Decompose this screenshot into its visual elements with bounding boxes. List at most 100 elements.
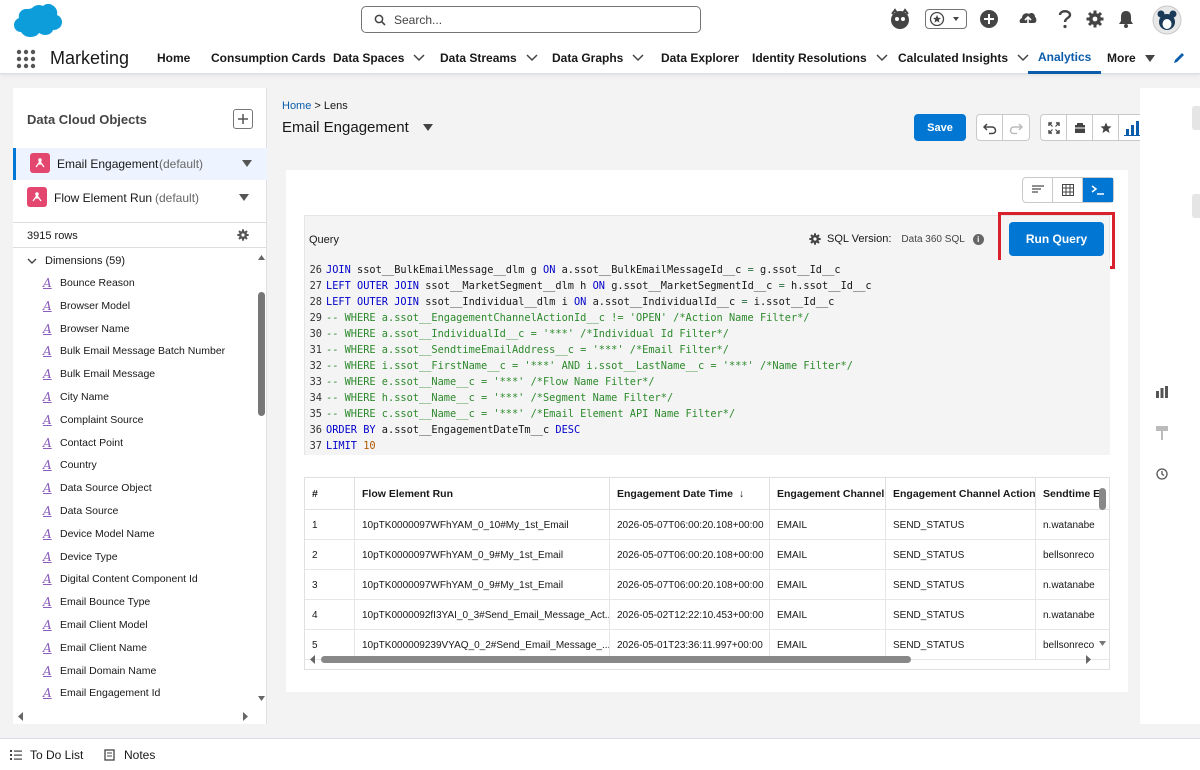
avatar[interactable] bbox=[1152, 5, 1182, 35]
einstein-icon[interactable] bbox=[889, 8, 911, 30]
dimension-field[interactable]: A City Name bbox=[43, 387, 109, 407]
table-row[interactable]: 4 10pTK0000092fI3YAI_0_3#Send_Email_Messa… bbox=[305, 600, 1109, 630]
gear-icon[interactable] bbox=[237, 229, 249, 241]
panel-horizontal-scrollbar[interactable] bbox=[13, 709, 256, 724]
scroll-up-icon[interactable] bbox=[256, 252, 267, 262]
dimension-field[interactable]: A Email Client Name bbox=[43, 638, 147, 658]
dimension-field[interactable]: A Email Client Model bbox=[43, 615, 148, 635]
todo-list-item[interactable]: To Do List bbox=[10, 748, 83, 762]
nav-item-data-streams[interactable]: Data Streams bbox=[440, 42, 538, 74]
add-object-button[interactable] bbox=[233, 109, 253, 129]
dimension-field[interactable]: A Email Domain Name bbox=[43, 661, 156, 681]
dimension-field[interactable]: A Email Bounce Type bbox=[43, 592, 150, 612]
sort-descending-icon[interactable]: ↓ bbox=[739, 488, 744, 500]
app-launcher-icon[interactable] bbox=[16, 49, 36, 69]
scrollbar-thumb[interactable] bbox=[258, 292, 265, 416]
nav-item-more[interactable]: More bbox=[1107, 42, 1155, 74]
dimension-field[interactable]: A Bounce Reason bbox=[43, 273, 135, 293]
notifications-icon[interactable] bbox=[1115, 8, 1137, 30]
scrollbar-thumb[interactable] bbox=[1099, 488, 1106, 510]
table-row[interactable]: 1 10pTK0000097WFhYAM_0_10#My_1st_Email 202… bbox=[305, 510, 1109, 540]
nav-item-consumption-cards[interactable]: Consumption Cards bbox=[211, 42, 326, 74]
dimension-field[interactable]: A Browser Model bbox=[43, 296, 130, 316]
chart-mode-icon[interactable] bbox=[1023, 178, 1053, 202]
sql-version[interactable]: SQL Version: Data 360 SQL i bbox=[809, 233, 984, 245]
scroll-down-icon[interactable] bbox=[1098, 640, 1107, 648]
favorites-icon[interactable] bbox=[925, 9, 967, 29]
dimension-field[interactable]: A Email Engagement Id bbox=[43, 683, 160, 703]
nav-item-data-graphs[interactable]: Data Graphs bbox=[552, 42, 644, 74]
clone-icon[interactable] bbox=[1067, 115, 1093, 140]
format-paint-icon[interactable] bbox=[1156, 426, 1168, 440]
scroll-down-icon[interactable] bbox=[256, 694, 267, 704]
scroll-left-icon[interactable] bbox=[17, 712, 25, 721]
nav-item-identity-resolutions[interactable]: Identity Resolutions bbox=[752, 42, 888, 74]
column-header[interactable]: Engagement Date Time ↓ bbox=[610, 478, 770, 510]
setup-assistant-icon[interactable] bbox=[1017, 8, 1039, 30]
scroll-right-icon[interactable] bbox=[1085, 655, 1092, 664]
dimension-field[interactable]: A Complaint Source bbox=[43, 410, 143, 430]
nav-item-analytics[interactable]: Analytics bbox=[1028, 42, 1102, 74]
save-button[interactable]: Save bbox=[914, 114, 966, 141]
column-header[interactable]: Engagement Channel Action bbox=[886, 478, 1036, 510]
dimensions-header[interactable]: Dimensions (59) bbox=[27, 255, 125, 267]
page-title[interactable]: Email Engagement bbox=[282, 119, 433, 136]
dimension-field[interactable]: A Bulk Email Message bbox=[43, 364, 155, 384]
expand-panel-tab[interactable] bbox=[1192, 106, 1200, 130]
history-icon[interactable] bbox=[1156, 468, 1168, 480]
dimension-field[interactable]: A Device Model Name bbox=[43, 524, 155, 544]
dimension-field[interactable]: A Bulk Email Message Batch Number bbox=[43, 341, 225, 361]
table-horizontal-scrollbar[interactable] bbox=[305, 653, 1099, 667]
table-row[interactable]: 3 10pTK0000097WFhYAM_0_9#My_1st_Email 2026… bbox=[305, 570, 1109, 600]
nav-item-calculated-insights[interactable]: Calculated Insights bbox=[898, 42, 1029, 74]
dimension-field[interactable]: A Data Source bbox=[43, 501, 118, 521]
object-flow-element-run[interactable]: Flow Element Run (default) bbox=[13, 182, 267, 214]
chevron-down-icon[interactable] bbox=[413, 54, 425, 62]
run-query-button[interactable]: Run Query bbox=[1009, 222, 1104, 256]
redo-icon[interactable] bbox=[1003, 115, 1029, 140]
object-email-engagement[interactable]: Email Engagement (default) bbox=[13, 148, 267, 180]
table-mode-icon[interactable] bbox=[1053, 178, 1083, 202]
column-header[interactable]: Flow Element Run bbox=[355, 478, 610, 510]
dimension-field[interactable]: A Contact Point bbox=[43, 433, 123, 453]
global-search[interactable]: Search... bbox=[361, 6, 701, 33]
nav-item-data-explorer[interactable]: Data Explorer bbox=[661, 42, 739, 74]
caret-down-icon[interactable] bbox=[239, 194, 249, 201]
dimension-field[interactable]: A Digital Content Component Id bbox=[43, 569, 198, 589]
collapse-panel-tab[interactable] bbox=[1192, 194, 1200, 218]
column-header[interactable]: Engagement Channel bbox=[770, 478, 886, 510]
table-vertical-scrollbar[interactable] bbox=[1098, 488, 1107, 648]
star-icon[interactable] bbox=[1093, 115, 1119, 140]
nav-item-home[interactable]: Home bbox=[157, 42, 190, 74]
chart-icon[interactable] bbox=[1156, 386, 1168, 398]
dimension-field[interactable]: A Browser Name bbox=[43, 319, 129, 339]
add-icon[interactable] bbox=[978, 8, 1000, 30]
dimension-field[interactable]: A Data Source Object bbox=[43, 478, 152, 498]
gear-icon[interactable] bbox=[1084, 8, 1106, 30]
undo-icon[interactable] bbox=[977, 115, 1003, 140]
edit-nav-icon[interactable] bbox=[1172, 42, 1186, 74]
caret-down-icon[interactable] bbox=[422, 124, 433, 131]
scroll-left-icon[interactable] bbox=[309, 655, 316, 664]
nav-item-data-spaces[interactable]: Data Spaces bbox=[333, 42, 425, 74]
sql-mode-icon[interactable] bbox=[1083, 178, 1113, 202]
notes-item[interactable]: Notes bbox=[104, 748, 155, 762]
salesforce-logo[interactable] bbox=[10, 3, 64, 39]
scrollbar-thumb[interactable] bbox=[321, 656, 911, 663]
help-icon[interactable] bbox=[1054, 8, 1076, 30]
chevron-down-icon[interactable] bbox=[876, 54, 888, 62]
expand-icon[interactable] bbox=[1041, 115, 1067, 140]
chevron-down-icon[interactable] bbox=[526, 54, 538, 62]
caret-down-icon[interactable] bbox=[242, 160, 252, 167]
dimension-field[interactable]: A Device Type bbox=[43, 547, 118, 567]
dimension-field[interactable]: A Country bbox=[43, 455, 97, 475]
panel-scrollbar[interactable] bbox=[256, 252, 267, 704]
info-icon[interactable]: i bbox=[972, 233, 984, 245]
chevron-down-icon[interactable] bbox=[632, 54, 644, 62]
column-header[interactable]: # bbox=[305, 478, 355, 510]
caret-down-icon[interactable] bbox=[1144, 54, 1155, 62]
table-row[interactable]: 2 10pTK0000097WFhYAM_0_9#My_1st_Email 2026… bbox=[305, 540, 1109, 570]
sql-code-editor[interactable]: 26 JOIN ssot__BulkEmailMessage__dlm g ON … bbox=[306, 260, 1110, 455]
scroll-right-icon[interactable] bbox=[241, 712, 249, 721]
breadcrumb-home-link[interactable]: Home bbox=[282, 100, 311, 112]
